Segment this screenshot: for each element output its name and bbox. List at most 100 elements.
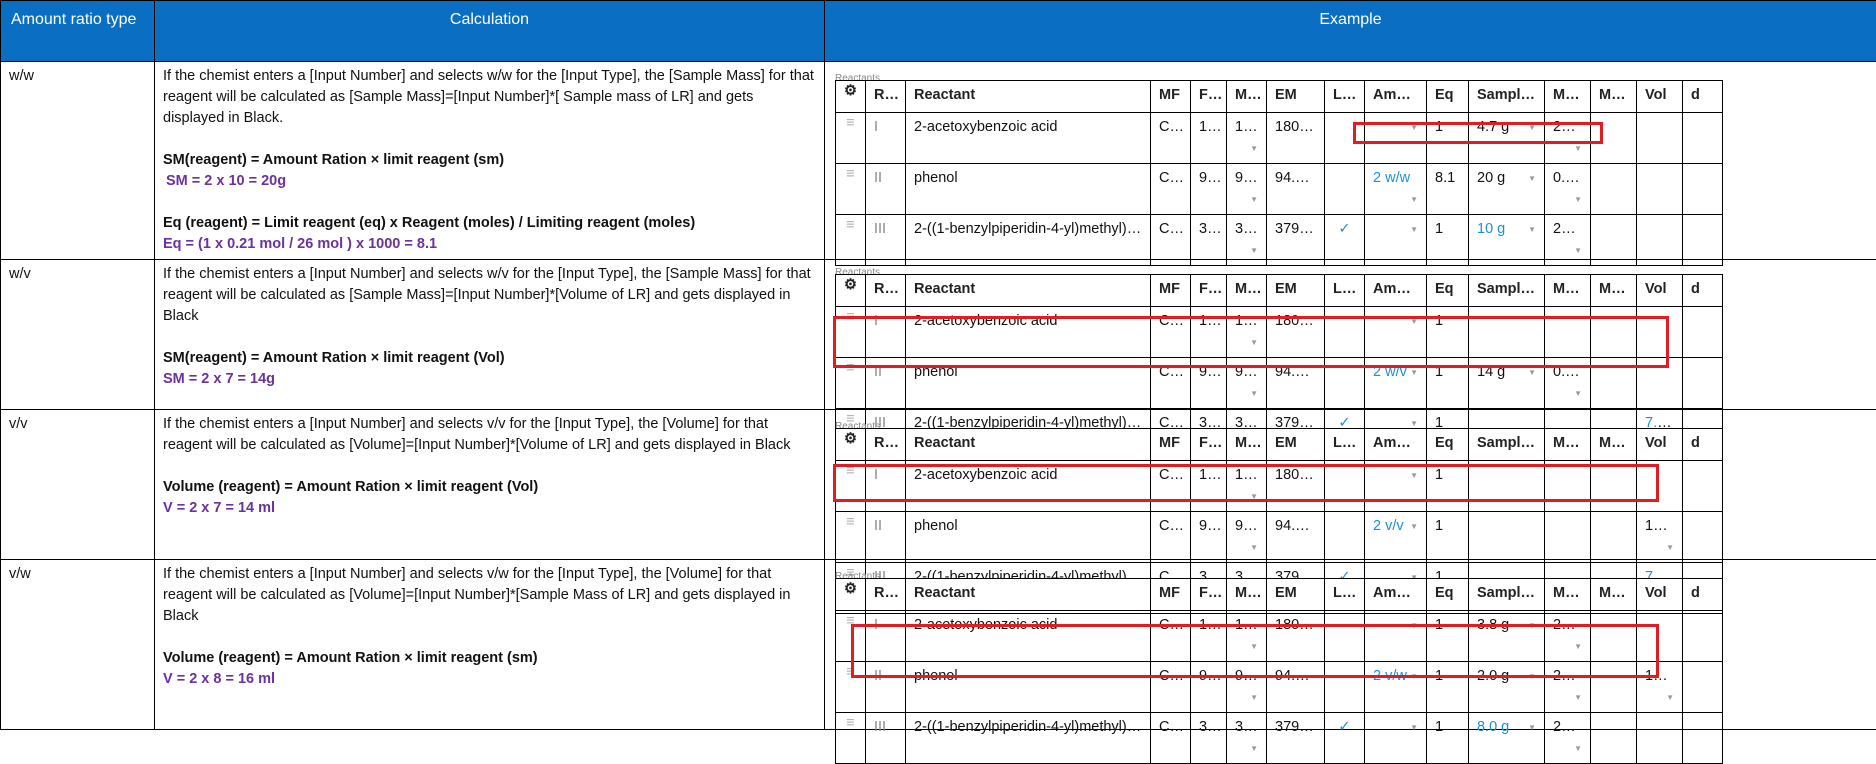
density-cell[interactable] bbox=[1683, 512, 1723, 563]
amount-ratio-select[interactable]: ▼ bbox=[1365, 713, 1427, 764]
column-header: Amount Ratio bbox=[1365, 275, 1427, 307]
chevron-down-icon[interactable]: ▼ bbox=[1574, 189, 1582, 210]
moles-select[interactable]: 21 mmol▼ bbox=[1545, 713, 1591, 764]
chevron-down-icon[interactable]: ▼ bbox=[1410, 717, 1418, 738]
gear-icon[interactable]: ⚙ bbox=[836, 579, 866, 611]
chevron-down-icon[interactable]: ▼ bbox=[1410, 219, 1418, 240]
density-cell[interactable] bbox=[1683, 358, 1723, 409]
reactant-row[interactable]: ≡III2-((1-benzylpiperidin-4-yl)methyl)-5… bbox=[836, 713, 1723, 764]
molecular-weight[interactable]: 94.11▼ bbox=[1227, 164, 1267, 215]
density-cell[interactable] bbox=[1683, 713, 1723, 764]
sample-mass-select[interactable]: 20 g▼ bbox=[1469, 164, 1545, 215]
reactant-row[interactable]: ≡IIphenolC₆H₆O94.1194.11▼94.041862 v/v▼1… bbox=[836, 512, 1723, 563]
density-cell[interactable] bbox=[1683, 611, 1723, 662]
amount-ratio-select[interactable]: 2 w/w▼ bbox=[1365, 164, 1427, 215]
column-header: Vol bbox=[1637, 429, 1683, 461]
gear-icon[interactable]: ⚙ bbox=[836, 81, 866, 113]
volume-select[interactable]: 14 mL▼ bbox=[1637, 512, 1683, 563]
molecular-weight[interactable]: 379.50▼ bbox=[1227, 713, 1267, 764]
table-row-ww: w/w If the chemist enters a [Input Numbe… bbox=[1, 62, 1876, 260]
amount-ratio-select[interactable]: 2 v/v▼ bbox=[1365, 512, 1427, 563]
molarity-cell[interactable] bbox=[1591, 512, 1637, 563]
gear-icon[interactable]: ⚙ bbox=[836, 275, 866, 307]
chevron-down-icon[interactable]: ▼ bbox=[1666, 687, 1674, 708]
volume-select[interactable] bbox=[1637, 215, 1683, 266]
column-header: Molarity bbox=[1591, 81, 1637, 113]
density-cell[interactable] bbox=[1683, 461, 1723, 512]
moles-select[interactable]: 0.21 mol▼ bbox=[1545, 164, 1591, 215]
reactant-name[interactable]: 2-((1-benzylpiperidin-4-yl)methyl)-5,6-d… bbox=[906, 215, 1151, 266]
amount-ratio-select[interactable]: ▼ bbox=[1365, 215, 1427, 266]
molecular-formula: C₆H₆O bbox=[1151, 512, 1191, 563]
chevron-down-icon[interactable]: ▼ bbox=[1574, 687, 1582, 708]
chevron-down-icon[interactable]: ▼ bbox=[1574, 738, 1582, 759]
gear-icon[interactable]: ⚙ bbox=[836, 429, 866, 461]
molarity-cell[interactable] bbox=[1591, 215, 1637, 266]
column-header: Moles bbox=[1545, 429, 1591, 461]
molarity-cell[interactable] bbox=[1591, 164, 1637, 215]
reactant-name[interactable]: 2-((1-benzylpiperidin-4-yl)methyl)-5,6-d… bbox=[906, 713, 1151, 764]
eq-value[interactable]: 1 bbox=[1427, 215, 1469, 266]
sample-mass-select[interactable]: 8.0 g▼ bbox=[1469, 713, 1545, 764]
volume-select[interactable] bbox=[1637, 713, 1683, 764]
drag-handle-icon[interactable]: ≡ bbox=[836, 164, 866, 215]
limit-cell[interactable] bbox=[1325, 512, 1365, 563]
column-header: Reactant bbox=[906, 275, 1151, 307]
chevron-down-icon[interactable]: ▼ bbox=[1250, 138, 1258, 159]
chevron-down-icon[interactable]: ▼ bbox=[1410, 189, 1418, 210]
chevron-down-icon[interactable]: ▼ bbox=[1250, 240, 1258, 261]
density-cell[interactable] bbox=[1683, 307, 1723, 358]
column-header: Sample Mass bbox=[1469, 429, 1545, 461]
chevron-down-icon[interactable]: ▼ bbox=[1250, 383, 1258, 404]
formula-text-eq: Eq (reagent) = Limit reagent (eq) x Reag… bbox=[163, 213, 816, 234]
molecular-weight[interactable]: 379.50▼ bbox=[1227, 215, 1267, 266]
chevron-down-icon[interactable]: ▼ bbox=[1250, 189, 1258, 210]
chevron-down-icon[interactable]: ▼ bbox=[1528, 219, 1536, 240]
drag-handle-icon[interactable]: ≡ bbox=[836, 113, 866, 164]
column-header: Eq bbox=[1427, 429, 1469, 461]
limit-cell[interactable] bbox=[1325, 164, 1365, 215]
reactant-name[interactable]: 2-acetoxybenzoic acid bbox=[906, 113, 1151, 164]
density-cell[interactable] bbox=[1683, 662, 1723, 713]
moles-select[interactable] bbox=[1545, 512, 1591, 563]
reactant-name[interactable]: phenol bbox=[906, 512, 1151, 563]
eq-value[interactable]: 8.1 bbox=[1427, 164, 1469, 215]
chevron-down-icon[interactable]: ▼ bbox=[1574, 383, 1582, 404]
chevron-down-icon[interactable]: ▼ bbox=[1250, 738, 1258, 759]
limit-check-icon[interactable]: ✓ bbox=[1325, 215, 1365, 266]
molarity-cell[interactable] bbox=[1591, 713, 1637, 764]
reactant-row[interactable]: ≡III2-((1-benzylpiperidin-4-yl)methyl)-5… bbox=[836, 215, 1723, 266]
eq-value[interactable]: 1 bbox=[1427, 713, 1469, 764]
chevron-down-icon[interactable]: ▼ bbox=[1410, 516, 1418, 537]
formula-text: SM(reagent) = Amount Ration × limit reag… bbox=[163, 150, 816, 171]
sample-mass-select[interactable]: 10 g▼ bbox=[1469, 215, 1545, 266]
chevron-down-icon[interactable]: ▼ bbox=[1528, 168, 1536, 189]
density-cell[interactable] bbox=[1683, 215, 1723, 266]
molecular-weight[interactable]: 94.11▼ bbox=[1227, 512, 1267, 563]
chevron-down-icon[interactable]: ▼ bbox=[1250, 687, 1258, 708]
sample-mass-select[interactable] bbox=[1469, 512, 1545, 563]
volume-select[interactable] bbox=[1637, 164, 1683, 215]
column-header: FM bbox=[1191, 579, 1227, 611]
example-cell: Reactants⚙Rxn IDReactantMFFMMWEMLimit?Am… bbox=[825, 62, 1876, 260]
column-header: EM bbox=[1267, 81, 1325, 113]
drag-handle-icon[interactable]: ≡ bbox=[836, 215, 866, 266]
reactant-name[interactable]: phenol bbox=[906, 164, 1151, 215]
moles-select[interactable]: 26 mmol▼ bbox=[1545, 215, 1591, 266]
drag-handle-icon[interactable]: ≡ bbox=[836, 713, 866, 764]
volume-select[interactable] bbox=[1637, 113, 1683, 164]
reactant-row[interactable]: ≡IIphenolC₆H₆O94.1194.11▼94.041862 w/w▼8… bbox=[836, 164, 1723, 215]
density-cell[interactable] bbox=[1683, 164, 1723, 215]
column-header: MF bbox=[1151, 275, 1191, 307]
density-cell[interactable] bbox=[1683, 113, 1723, 164]
molecular-weight[interactable]: 180.16▼ bbox=[1227, 113, 1267, 164]
chevron-down-icon[interactable]: ▼ bbox=[1574, 240, 1582, 261]
chevron-down-icon[interactable]: ▼ bbox=[1528, 717, 1536, 738]
chevron-down-icon[interactable]: ▼ bbox=[1666, 537, 1674, 558]
table-row-vv: v/v If the chemist enters a [Input Numbe… bbox=[1, 410, 1876, 560]
chevron-down-icon[interactable]: ▼ bbox=[1250, 537, 1258, 558]
eq-value[interactable]: 1 bbox=[1427, 512, 1469, 563]
drag-handle-icon[interactable]: ≡ bbox=[836, 512, 866, 563]
column-header: Rxn ID bbox=[866, 81, 906, 113]
limit-check-icon[interactable]: ✓ bbox=[1325, 713, 1365, 764]
